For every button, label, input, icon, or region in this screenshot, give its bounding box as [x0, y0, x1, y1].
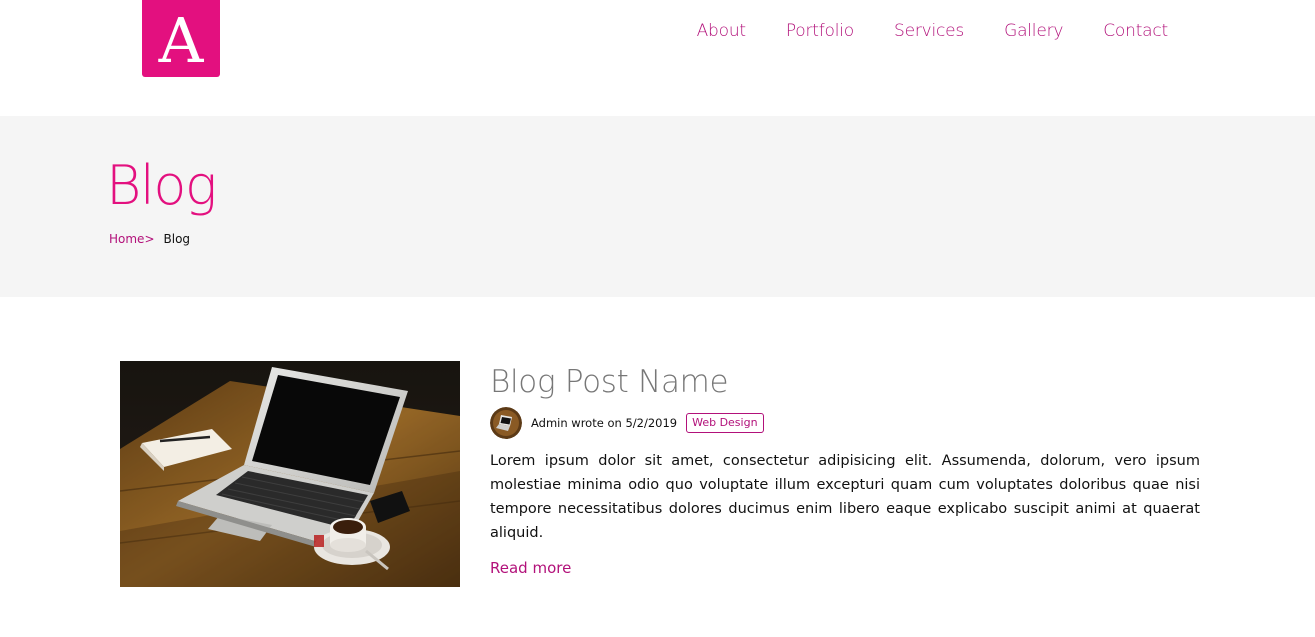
nav-contact[interactable]: Contact [1103, 18, 1168, 44]
site-header: A About Portfolio Services Gallery Conta… [0, 0, 1315, 116]
nav-services[interactable]: Services [894, 18, 964, 44]
post-meta: Admin wrote on 5/2/2019 Web Design [490, 406, 1200, 440]
nav-portfolio[interactable]: Portfolio [786, 18, 854, 44]
post-author-date: Admin wrote on 5/2/2019 [531, 416, 678, 430]
site-logo[interactable]: A [142, 0, 220, 77]
read-more-link[interactable]: Read more [490, 559, 571, 577]
nav-gallery[interactable]: Gallery [1004, 18, 1063, 44]
laptop-desk-photo [120, 361, 460, 587]
main-nav: About Portfolio Services Gallery Contact [697, 18, 1169, 44]
logo-letter: A [158, 3, 204, 77]
post-thumbnail-image[interactable] [120, 361, 460, 587]
nav-about[interactable]: About [697, 18, 746, 44]
breadcrumb-home-link[interactable]: Home [109, 232, 144, 246]
breadcrumb: Home > Blog [109, 232, 190, 246]
page-title: Blog [106, 154, 217, 217]
post-title[interactable]: Blog Post Name [490, 361, 1200, 403]
breadcrumb-current: Blog [163, 232, 191, 246]
author-avatar [490, 407, 522, 439]
post-category-tag[interactable]: Web Design [686, 413, 764, 433]
page-banner: Blog Home > Blog [0, 116, 1315, 297]
blog-post: Blog Post Name Admin wrote on 5/2/2019 W… [490, 361, 1200, 577]
post-excerpt: Lorem ipsum dolor sit amet, consectetur … [490, 453, 1200, 541]
breadcrumb-separator: > [144, 232, 155, 246]
avatar-icon [490, 407, 522, 439]
